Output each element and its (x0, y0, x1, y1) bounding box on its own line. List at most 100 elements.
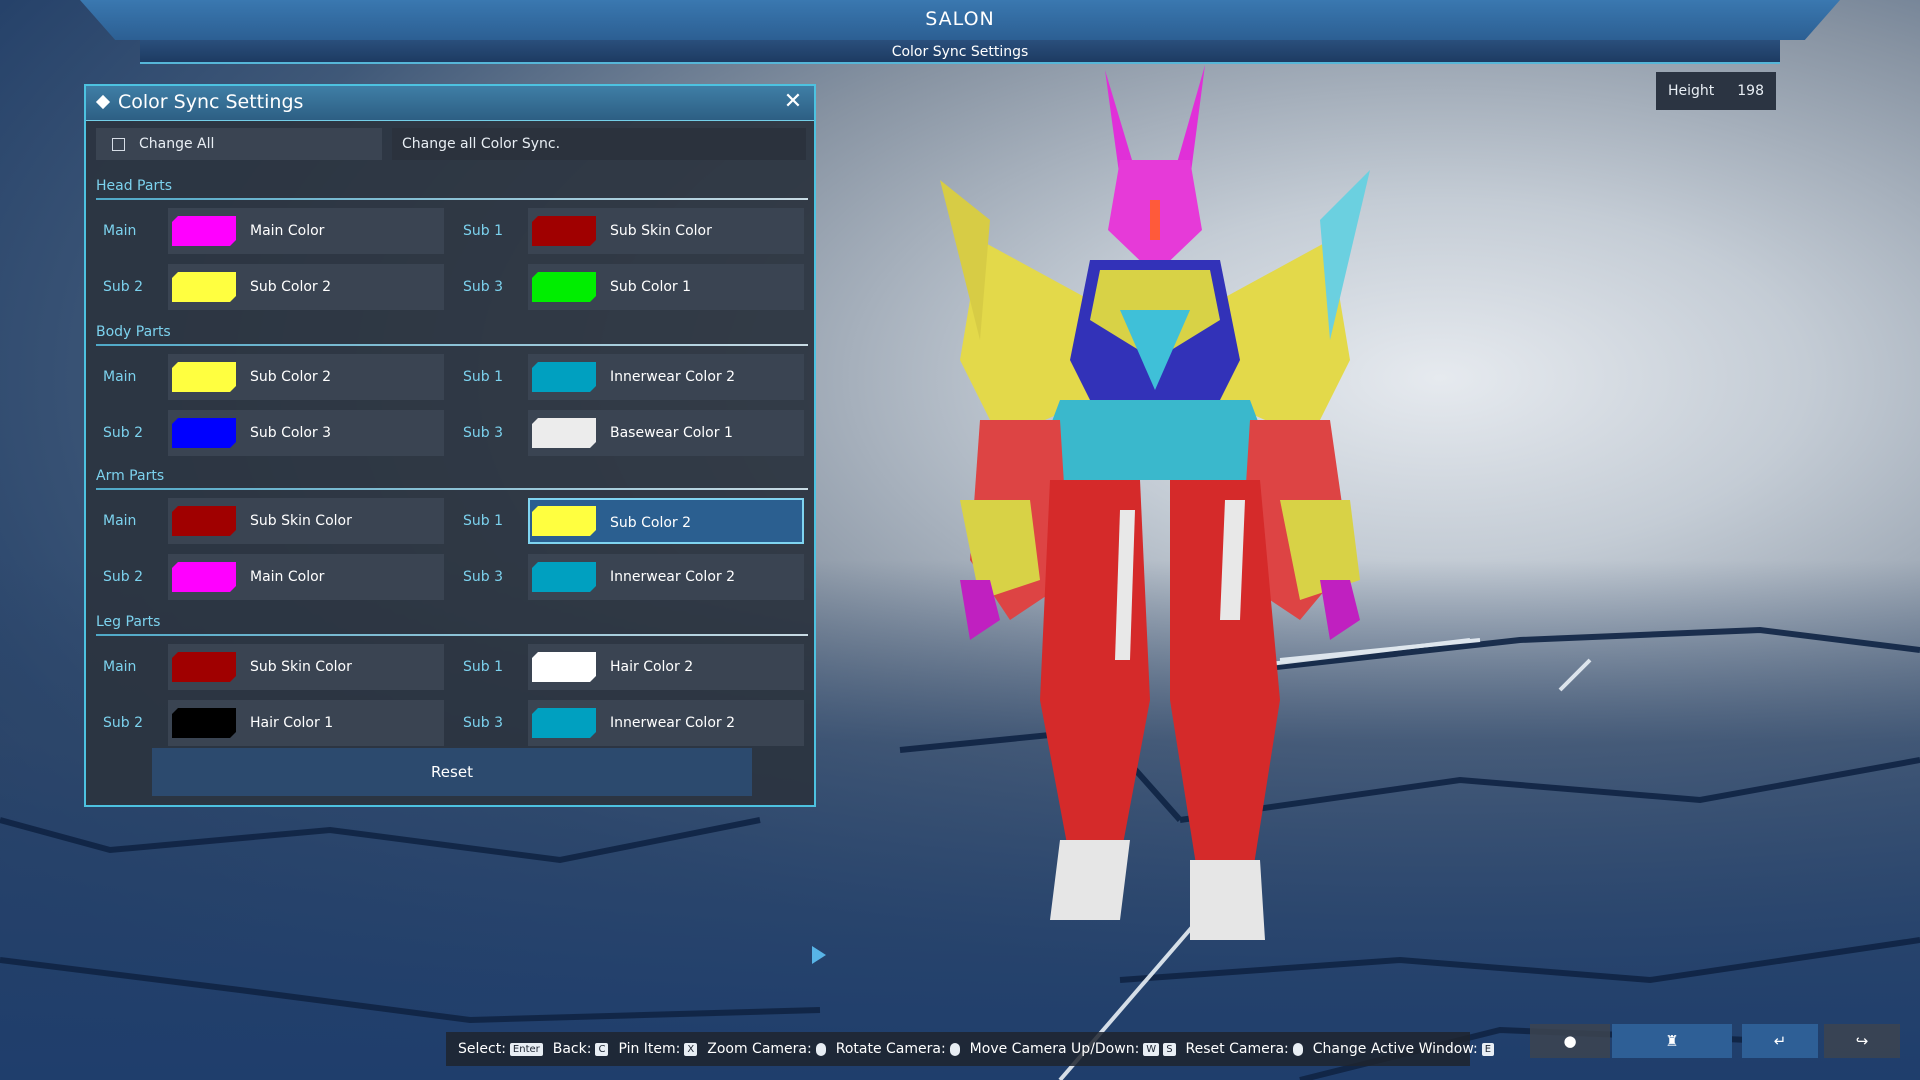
color-slot[interactable]: Main Color (168, 554, 444, 600)
color-slot-name: Sub Skin Color (250, 513, 352, 529)
color-slot-name: Sub Skin Color (250, 659, 352, 675)
color-slot[interactable]: Sub Color 2 (528, 498, 804, 544)
header-title: SALON (925, 8, 995, 30)
color-slot[interactable]: Sub Color 1 (528, 264, 804, 310)
slot-label: Sub 2 (103, 425, 144, 441)
color-slot[interactable]: Sub Color 2 (168, 264, 444, 310)
color-sync-panel: Color Sync Settings ✕ Change All Change … (84, 84, 816, 807)
color-slot-name: Sub Color 2 (610, 515, 692, 531)
color-slot-name: Sub Color 3 (250, 425, 332, 441)
help-item: Reset Camera: (1186, 1041, 1307, 1057)
color-swatch (532, 272, 596, 302)
help-text: Rotate Camera: (835, 1041, 946, 1057)
key-icon: X (684, 1042, 698, 1056)
height-readout: Height 198 (1656, 72, 1776, 110)
key-icon: C (595, 1042, 609, 1056)
color-slot[interactable]: Sub Color 3 (168, 410, 444, 456)
color-slot[interactable]: Basewear Color 1 (528, 410, 804, 456)
change-all-checkbox[interactable] (112, 137, 125, 151)
help-text: Pin Item: (618, 1041, 681, 1057)
record-icon: ● (1563, 1032, 1577, 1050)
section-divider (96, 488, 808, 490)
color-swatch (172, 708, 236, 738)
reset-button[interactable]: Reset (152, 748, 752, 796)
color-swatch (532, 216, 596, 246)
change-all-description: Change all Color Sync. (392, 128, 806, 160)
toolbar-button[interactable]: ♜ (1612, 1024, 1732, 1058)
help-item: Select: Enter (458, 1041, 547, 1057)
help-text: Back: (552, 1041, 592, 1057)
color-slot-name: Sub Color 1 (610, 279, 692, 295)
color-slot-name: Main Color (250, 569, 325, 585)
slot-label: Main (103, 659, 137, 675)
color-slot-name: Basewear Color 1 (610, 425, 733, 441)
color-swatch (532, 652, 596, 682)
section-title: Leg Parts (96, 614, 161, 630)
color-swatch (172, 652, 236, 682)
color-swatch (532, 708, 596, 738)
key-icon: E (1481, 1042, 1495, 1056)
controls-help-bar: Select: Enter Back: C Pin Item: X Zoom Camera:… (446, 1032, 1495, 1066)
color-slot[interactable]: Main Color (168, 208, 444, 254)
pointer-cursor (812, 946, 826, 964)
color-slot[interactable]: Hair Color 1 (168, 700, 444, 746)
color-swatch (532, 506, 596, 536)
color-swatch (172, 216, 236, 246)
color-slot-name: Main Color (250, 223, 325, 239)
slot-label: Main (103, 369, 137, 385)
section-divider (96, 198, 808, 200)
section-title: Head Parts (96, 178, 172, 194)
slot-label: Main (103, 513, 137, 529)
mouse-icon (949, 1042, 960, 1056)
help-item: Rotate Camera: (836, 1041, 964, 1057)
height-value: 198 (1737, 83, 1764, 99)
toolbar-button[interactable]: ↵ (1742, 1024, 1818, 1058)
color-swatch (172, 272, 236, 302)
mouse-icon (815, 1042, 826, 1056)
slot-label: Sub 3 (463, 715, 504, 731)
section-title: Arm Parts (96, 468, 165, 484)
diamond-icon (95, 94, 111, 110)
section-title: Body Parts (96, 324, 171, 340)
color-slot-name: Sub Color 2 (250, 369, 332, 385)
color-slot[interactable]: Hair Color 2 (528, 644, 804, 690)
toolbar-button[interactable]: ↪ (1824, 1024, 1900, 1058)
panel-title: Color Sync Settings (118, 91, 304, 113)
color-slot[interactable]: Sub Skin Color (168, 498, 444, 544)
color-slot[interactable]: Sub Color 2 (168, 354, 444, 400)
help-text: Reset Camera: (1185, 1041, 1289, 1057)
slot-label: Sub 3 (463, 569, 504, 585)
color-slot[interactable]: Innerwear Color 2 (528, 554, 804, 600)
help-text: Move Camera Up/Down: (969, 1041, 1140, 1057)
change-all-toggle[interactable]: Change All (96, 128, 382, 160)
return-icon: ↵ (1773, 1032, 1787, 1050)
slot-label: Sub 1 (463, 223, 504, 239)
toolbar-button[interactable]: ● (1530, 1024, 1610, 1058)
close-button[interactable]: ✕ (782, 91, 804, 113)
slot-label: Sub 2 (103, 569, 144, 585)
help-text: Zoom Camera: (707, 1041, 812, 1057)
help-item: Change Active Window: E (1313, 1041, 1498, 1057)
color-slot[interactable]: Sub Skin Color (528, 208, 804, 254)
color-swatch (172, 562, 236, 592)
color-slot[interactable]: Innerwear Color 2 (528, 700, 804, 746)
color-slot-name: Innerwear Color 2 (610, 569, 736, 585)
slot-label: Sub 2 (103, 715, 144, 731)
help-text: Change Active Window: (1312, 1041, 1478, 1057)
color-slot-name: Sub Skin Color (610, 223, 712, 239)
slot-label: Sub 1 (463, 369, 504, 385)
color-swatch (532, 418, 596, 448)
section-divider (96, 344, 808, 346)
color-slot-name: Sub Color 2 (250, 279, 332, 295)
color-slot-name: Hair Color 2 (610, 659, 694, 675)
color-swatch (532, 362, 596, 392)
color-swatch (172, 418, 236, 448)
color-swatch (532, 562, 596, 592)
color-slot[interactable]: Innerwear Color 2 (528, 354, 804, 400)
color-slot[interactable]: Sub Skin Color (168, 644, 444, 690)
redo-icon: ↪ (1855, 1032, 1869, 1050)
slot-label: Sub 1 (463, 513, 504, 529)
slot-label: Sub 2 (103, 279, 144, 295)
color-swatch (172, 506, 236, 536)
help-item: Pin Item: X (618, 1041, 701, 1057)
